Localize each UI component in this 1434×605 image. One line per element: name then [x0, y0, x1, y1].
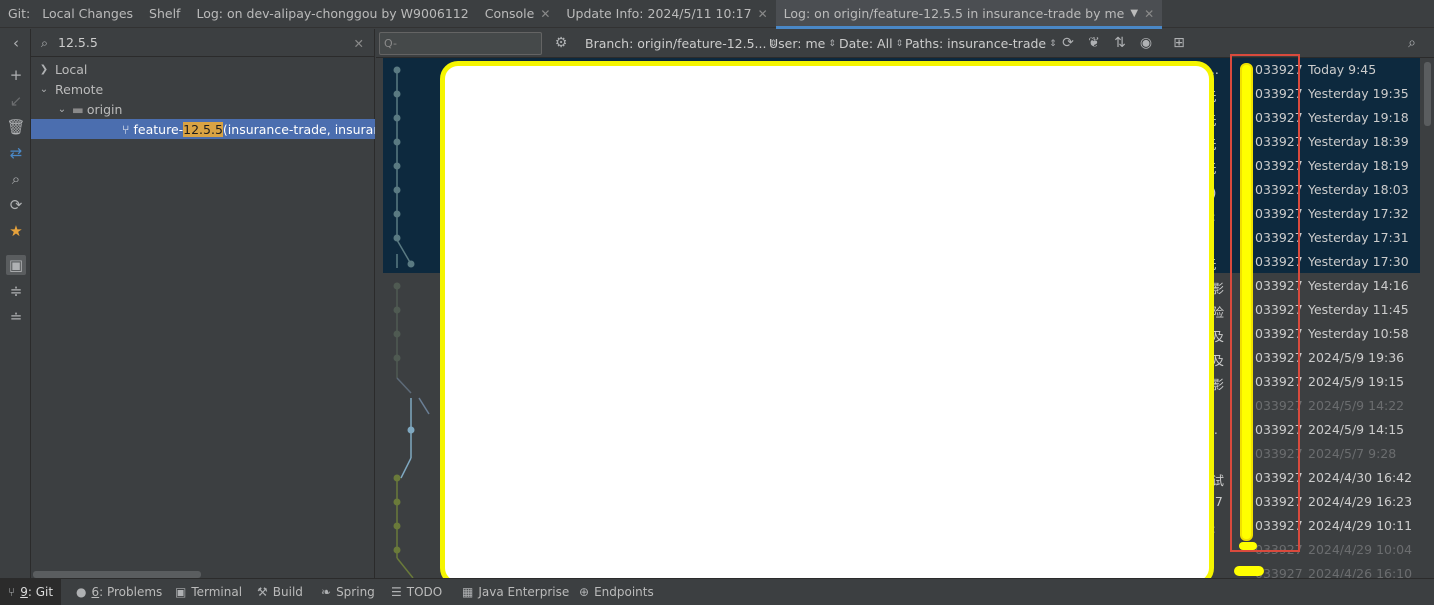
- git-icon: ⑂: [8, 585, 16, 599]
- group-by-icon[interactable]: ▣: [6, 255, 26, 275]
- chevron-down-icon[interactable]: ▼: [1130, 8, 1138, 19]
- close-icon[interactable]: ✕: [1144, 7, 1154, 21]
- add-icon[interactable]: +: [6, 65, 26, 85]
- search-icon[interactable]: ⌕: [6, 169, 26, 189]
- spring-icon: ❧: [321, 585, 332, 599]
- scrollbar-thumb[interactable]: [1424, 62, 1431, 126]
- user-filter[interactable]: User: me ⇕: [769, 29, 836, 58]
- branch-icon: ⑂: [122, 121, 130, 137]
- tab-update-info[interactable]: Update Info: 2024/5/11 10:17 ✕: [558, 0, 775, 28]
- tab-log-feature[interactable]: Log: on origin/feature-12.5.5 in insuran…: [775, 0, 1163, 29]
- horizontal-scrollbar[interactable]: [33, 571, 201, 578]
- close-icon[interactable]: ✕: [758, 7, 768, 21]
- star-icon[interactable]: ★: [6, 221, 26, 241]
- refresh-icon[interactable]: ⟳: [1059, 34, 1077, 52]
- sort-icon: ⇕: [895, 38, 904, 49]
- folder-icon: ▬: [72, 101, 84, 117]
- tool-java-enterprise[interactable]: ▦ Java Enterprise: [462, 579, 569, 605]
- refresh-icon[interactable]: ⟳: [6, 195, 26, 215]
- tool-endpoints[interactable]: ⊕ Endpoints: [579, 579, 654, 605]
- collapse-icon[interactable]: ‹: [6, 33, 26, 53]
- chevron-right-icon[interactable]: ❯: [37, 64, 51, 75]
- gear-icon[interactable]: ⚙: [552, 34, 570, 52]
- branch-search-input[interactable]: 12.5.5: [58, 35, 98, 50]
- branch-filter[interactable]: Branch: origin/feature-12.5... ⇕: [585, 29, 777, 58]
- problems-icon: ●: [76, 585, 87, 599]
- endpoints-icon: ⊕: [579, 585, 590, 599]
- checkout-icon[interactable]: ↙: [6, 91, 26, 111]
- left-toolbar: ‹ + ↙ 🗑 ⇄ ⌕ ⟳ ★ ▣ ≑ ≐: [0, 29, 31, 578]
- tool-window-tabbar: Git: Local Changes Shelf Log: on dev-ali…: [0, 0, 1434, 29]
- clear-icon[interactable]: ✕: [354, 36, 364, 51]
- collapse-all-icon[interactable]: ≐: [6, 307, 26, 327]
- branches-panel: ⌕ 12.5.5 ✕ ❯ Local ⌄ Remote ⌄ ▬ origin ⑂…: [31, 29, 375, 578]
- cherry-pick-icon[interactable]: ❦: [1085, 34, 1103, 52]
- build-icon: ⚒: [257, 585, 268, 599]
- tree-node-local[interactable]: ❯ Local: [31, 59, 375, 79]
- tab-shelf[interactable]: Shelf: [141, 0, 188, 28]
- java-enterprise-icon: ▦: [462, 585, 474, 599]
- date-filter[interactable]: Date: All ⇕: [839, 29, 903, 58]
- tool-terminal[interactable]: ▣ Terminal: [175, 579, 242, 605]
- log-search-input[interactable]: Q-: [379, 32, 542, 55]
- tool-git[interactable]: ⑂ 9: Git: [0, 579, 62, 605]
- branch-search[interactable]: ⌕ 12.5.5 ✕: [31, 29, 374, 57]
- expand-all-icon[interactable]: ≑: [6, 281, 26, 301]
- terminal-icon: ▣: [175, 585, 187, 599]
- search-icon: ⌕: [41, 34, 49, 50]
- tool-todo[interactable]: ☰ TODO: [391, 579, 442, 605]
- highlighter-dot: [1239, 542, 1257, 550]
- search-icon[interactable]: ⌕: [1403, 34, 1421, 52]
- close-icon[interactable]: ✕: [540, 7, 550, 21]
- tab-local-changes[interactable]: Local Changes: [34, 0, 141, 28]
- paths-filter[interactable]: Paths: insurance-trade ⇕: [905, 29, 1057, 58]
- collapse-linear-icon[interactable]: ⇅: [1111, 34, 1129, 52]
- tool-spring[interactable]: ❧ Spring: [321, 579, 375, 605]
- vertical-scrollbar[interactable]: [1420, 58, 1434, 578]
- tool-build[interactable]: ⚒ Build: [257, 579, 303, 605]
- tab-log-dev-alipay[interactable]: Log: on dev-alipay-chonggou by W9006112: [188, 0, 476, 28]
- sort-icon: ⇕: [1049, 38, 1057, 49]
- tree-node-branch[interactable]: ⑂ feature- 12.5.5 (insurance-trade, insur…: [31, 119, 375, 139]
- tree-node-origin[interactable]: ⌄ ▬ origin: [31, 99, 375, 119]
- tab-console[interactable]: Console ✕: [477, 0, 559, 28]
- highlighter-dot: [1234, 566, 1264, 576]
- tool-window-bar: ⑂ 9: Git ● 6: Problems ▣ Terminal ⚒ Build ❧ S…: [0, 578, 1434, 605]
- sort-icon: ⇕: [828, 38, 836, 49]
- delete-icon[interactable]: 🗑: [6, 117, 26, 137]
- chevron-down-icon[interactable]: ⌄: [55, 104, 69, 115]
- eye-icon[interactable]: ◉: [1137, 34, 1155, 52]
- go-to-hash-icon[interactable]: ⊞: [1170, 34, 1188, 52]
- compare-icon[interactable]: ⇄: [6, 143, 26, 163]
- todo-icon: ☰: [391, 585, 402, 599]
- git-tool-label: Git:: [8, 6, 31, 21]
- tree-node-remote[interactable]: ⌄ Remote: [31, 79, 375, 99]
- highlighter-stroke: [1240, 63, 1253, 541]
- tool-problems[interactable]: ● 6: Problems: [76, 579, 162, 605]
- chevron-down-icon[interactable]: ⌄: [37, 84, 51, 95]
- redaction-overlay: [440, 61, 1214, 586]
